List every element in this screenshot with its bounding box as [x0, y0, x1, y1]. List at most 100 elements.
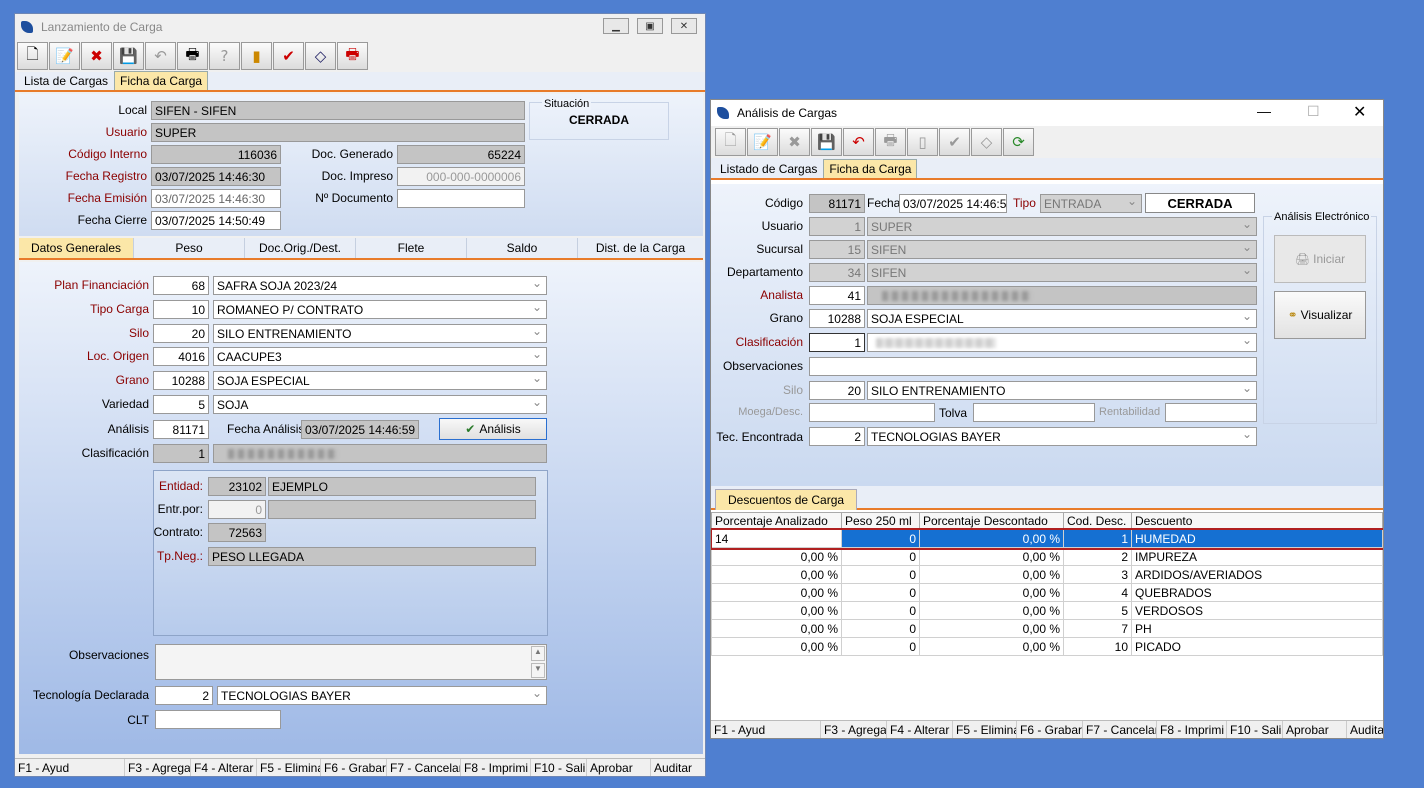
- undo-icon-2[interactable]: ↶: [843, 128, 874, 156]
- fechacierre-field[interactable]: 03/07/2025 14:50:49: [151, 211, 281, 230]
- cell-analizado[interactable]: 0,00 %: [711, 547, 842, 566]
- tipocarga-select[interactable]: ROMANEO P/ CONTRATO: [213, 300, 547, 319]
- silo-select-2[interactable]: SILO ENTRENAMIENTO: [867, 381, 1257, 400]
- silo-code[interactable]: 20: [153, 324, 209, 343]
- cell-peso[interactable]: 0: [841, 637, 920, 656]
- table-row[interactable]: 0,00 % 0 0,00 % 2 IMPUREZA: [711, 547, 1383, 566]
- cell-cod[interactable]: 1: [1063, 529, 1132, 548]
- status-f5[interactable]: F5 - Elimina: [257, 759, 321, 776]
- tab-listado-cargas[interactable]: Listado de Cargas: [714, 159, 823, 178]
- tab-dist-carga[interactable]: Dist. de la Carga: [578, 238, 703, 258]
- cell-descontado[interactable]: 0,00 %: [919, 583, 1064, 602]
- cell-descontado[interactable]: 0,00 %: [919, 601, 1064, 620]
- grano-select[interactable]: SOJA ESPECIAL: [213, 371, 547, 390]
- origen-select[interactable]: CAACUPE3: [213, 347, 547, 366]
- silo-code-2[interactable]: 20: [809, 381, 865, 400]
- cell-descontado[interactable]: 0,00 %: [919, 619, 1064, 638]
- status-f1-2[interactable]: F1 - Ayud: [711, 721, 821, 738]
- tab-datos-generales[interactable]: Datos Generales: [19, 238, 134, 258]
- table-row[interactable]: 0,00 % 0 0,00 % 5 VERDOSOS: [711, 601, 1383, 620]
- nrodoc-field[interactable]: [397, 189, 525, 208]
- tab-doc-orig[interactable]: Doc.Orig./Dest.: [245, 238, 356, 258]
- cell-descontado[interactable]: 0,00 %: [919, 529, 1064, 548]
- tecdecl-code[interactable]: 2: [155, 686, 213, 705]
- tab-peso[interactable]: Peso: [134, 238, 245, 258]
- status-auditar-2[interactable]: Auditar: [1347, 721, 1383, 738]
- cell-cod[interactable]: 10: [1063, 637, 1132, 656]
- fechaanal-field[interactable]: 03/07/2025 14:46:59: [301, 420, 419, 439]
- status-f8-2[interactable]: F8 - Imprimi: [1157, 721, 1227, 738]
- save-icon-2[interactable]: 💾: [811, 128, 842, 156]
- status-aprobar-2[interactable]: Aprobar: [1283, 721, 1347, 738]
- edit-doc-icon[interactable]: 📝: [49, 42, 80, 70]
- tecdecl-select[interactable]: TECNOLOGIAS BAYER: [217, 686, 547, 705]
- cell-descuento[interactable]: VERDOSOS: [1131, 601, 1383, 620]
- col-peso[interactable]: Peso 250 ml: [841, 512, 920, 530]
- save-icon[interactable]: 💾: [113, 42, 144, 70]
- close-button[interactable]: ✕: [671, 18, 697, 34]
- cell-analizado[interactable]: 0,00 %: [711, 565, 842, 584]
- entidad-name[interactable]: EJEMPLO: [268, 477, 536, 496]
- tab-saldo[interactable]: Saldo: [467, 238, 578, 258]
- cell-descuento[interactable]: ARDIDOS/AVERIADOS: [1131, 565, 1383, 584]
- clasif-code-2[interactable]: 1: [809, 333, 865, 352]
- tipocarga-code[interactable]: 10: [153, 300, 209, 319]
- status-f1[interactable]: F1 - Ayud: [15, 759, 125, 776]
- visualizar-button[interactable]: ⚭ Visualizar: [1274, 291, 1366, 339]
- docimp-field[interactable]: 000-000-0000006: [397, 167, 525, 186]
- entrpor-name[interactable]: [268, 500, 536, 519]
- maximize-button[interactable]: ▣: [637, 18, 663, 34]
- status-f10[interactable]: F10 - Salir: [531, 759, 587, 776]
- col-cod-desc[interactable]: Cod. Desc.: [1063, 512, 1132, 530]
- status-f4[interactable]: F4 - Alterar: [191, 759, 257, 776]
- status-f6-2[interactable]: F6 - Grabar: [1017, 721, 1083, 738]
- status-f7-2[interactable]: F7 - Cancelar: [1083, 721, 1157, 738]
- clasif-field[interactable]: [213, 444, 547, 463]
- status-aprobar[interactable]: Aprobar: [587, 759, 651, 776]
- edit-doc-icon-2[interactable]: 📝: [747, 128, 778, 156]
- cell-analizado[interactable]: 0,00 %: [711, 601, 842, 620]
- clasif-code[interactable]: 1: [153, 444, 209, 463]
- cell-descontado[interactable]: 0,00 %: [919, 547, 1064, 566]
- cell-analizado[interactable]: 0,00 %: [711, 637, 842, 656]
- cell-peso[interactable]: 0: [841, 601, 920, 620]
- eraser-icon[interactable]: ◇: [305, 42, 336, 70]
- tab-ficha-carga-2[interactable]: Ficha da Carga: [823, 159, 918, 178]
- exit-icon[interactable]: ▮: [241, 42, 272, 70]
- minimize-button[interactable]: ▁: [603, 18, 629, 34]
- status-f3-2[interactable]: F3 - Agrega: [821, 721, 887, 738]
- col-descuento[interactable]: Descuento: [1131, 512, 1383, 530]
- docgen-field[interactable]: 65224: [397, 145, 525, 164]
- fechaemi-field[interactable]: 03/07/2025 14:46:30: [151, 189, 281, 208]
- maximize-button-2[interactable]: ☐: [1307, 103, 1320, 120]
- tab-flete[interactable]: Flete: [356, 238, 467, 258]
- status-f10-2[interactable]: F10 - Salir: [1227, 721, 1283, 738]
- new-icon-2[interactable]: 🗋: [715, 128, 746, 156]
- grano-code-2[interactable]: 10288: [809, 309, 865, 328]
- fecha-field-2[interactable]: 03/07/2025 14:46:59: [899, 194, 1007, 213]
- analisis-code[interactable]: 81171: [153, 420, 209, 439]
- cell-analizado[interactable]: 14: [711, 529, 842, 548]
- cell-peso[interactable]: 0: [841, 619, 920, 638]
- print-red-icon[interactable]: 🖶: [337, 42, 368, 70]
- status-f7[interactable]: F7 - Cancelar: [387, 759, 461, 776]
- tab-lista-cargas[interactable]: Lista de Cargas: [18, 71, 114, 90]
- clasif-select-2[interactable]: [867, 333, 1257, 352]
- usuario-select-2[interactable]: SUPER: [867, 217, 1257, 236]
- table-row[interactable]: 0,00 % 0 0,00 % 10 PICADO: [711, 637, 1383, 656]
- eraser-icon-2[interactable]: ◇: [971, 128, 1002, 156]
- refresh-icon-2[interactable]: ⟳: [1003, 128, 1034, 156]
- cell-analizado[interactable]: 0,00 %: [711, 619, 842, 638]
- plan-code[interactable]: 68: [153, 276, 209, 295]
- cell-descuento[interactable]: PICADO: [1131, 637, 1383, 656]
- status-f8[interactable]: F8 - Imprimi: [461, 759, 531, 776]
- cell-peso[interactable]: 0: [841, 565, 920, 584]
- fechareg-field[interactable]: 03/07/2025 14:46:30: [151, 167, 281, 186]
- tolva-field-2[interactable]: [973, 403, 1095, 422]
- scroll-down-icon[interactable]: ▼: [531, 663, 545, 678]
- cell-analizado[interactable]: 0,00 %: [711, 583, 842, 602]
- rent-field-2[interactable]: [1165, 403, 1257, 422]
- variedad-code[interactable]: 5: [153, 395, 209, 414]
- tec-code-2[interactable]: 2: [809, 427, 865, 446]
- delete-icon[interactable]: ✖: [81, 42, 112, 70]
